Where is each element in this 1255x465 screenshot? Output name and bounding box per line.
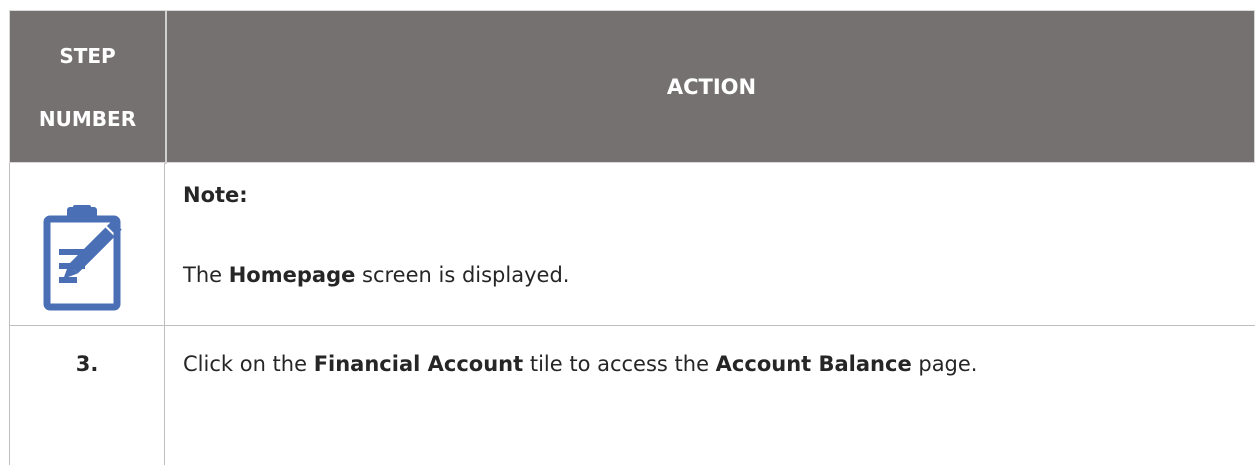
- step-text-3: page.: [911, 352, 978, 376]
- note-text-pre: The: [183, 263, 229, 287]
- note-text-bold: Homepage: [228, 263, 356, 287]
- header-step-number: STEP NUMBER: [10, 11, 165, 164]
- clipboard-edit-icon: [43, 205, 122, 311]
- header-step-line2: NUMBER: [38, 107, 137, 131]
- procedure-table: STEP NUMBER ACTION Note: The Homepage sc…: [9, 10, 1255, 465]
- table-row-step-3: 3. Click on the Financial Account tile t…: [9, 326, 1255, 465]
- step-action-cell: Click on the Financial Account tile to a…: [165, 326, 1255, 465]
- table-row-note: Note: The Homepage screen is displayed.: [9, 163, 1255, 326]
- header-step-line1: STEP: [59, 44, 116, 68]
- note-text-post: screen is displayed.: [355, 263, 570, 287]
- note-content-cell: Note: The Homepage screen is displayed.: [165, 163, 1255, 325]
- note-text: The Homepage screen is displayed.: [183, 263, 569, 287]
- step-text-1: Click on the: [183, 352, 314, 376]
- step-text-2: tile to access the: [523, 352, 716, 376]
- step-number: 3.: [75, 352, 99, 376]
- note-icon-cell: [9, 163, 165, 325]
- step-bold-account-balance: Account Balance: [715, 352, 912, 376]
- step-number-cell: 3.: [9, 326, 165, 465]
- step-bold-financial-account: Financial Account: [313, 352, 524, 376]
- header-action: ACTION: [666, 75, 757, 99]
- table-header-row: STEP NUMBER ACTION: [9, 10, 1255, 164]
- step-action-text: Click on the Financial Account tile to a…: [183, 352, 978, 376]
- note-title: Note:: [183, 183, 248, 207]
